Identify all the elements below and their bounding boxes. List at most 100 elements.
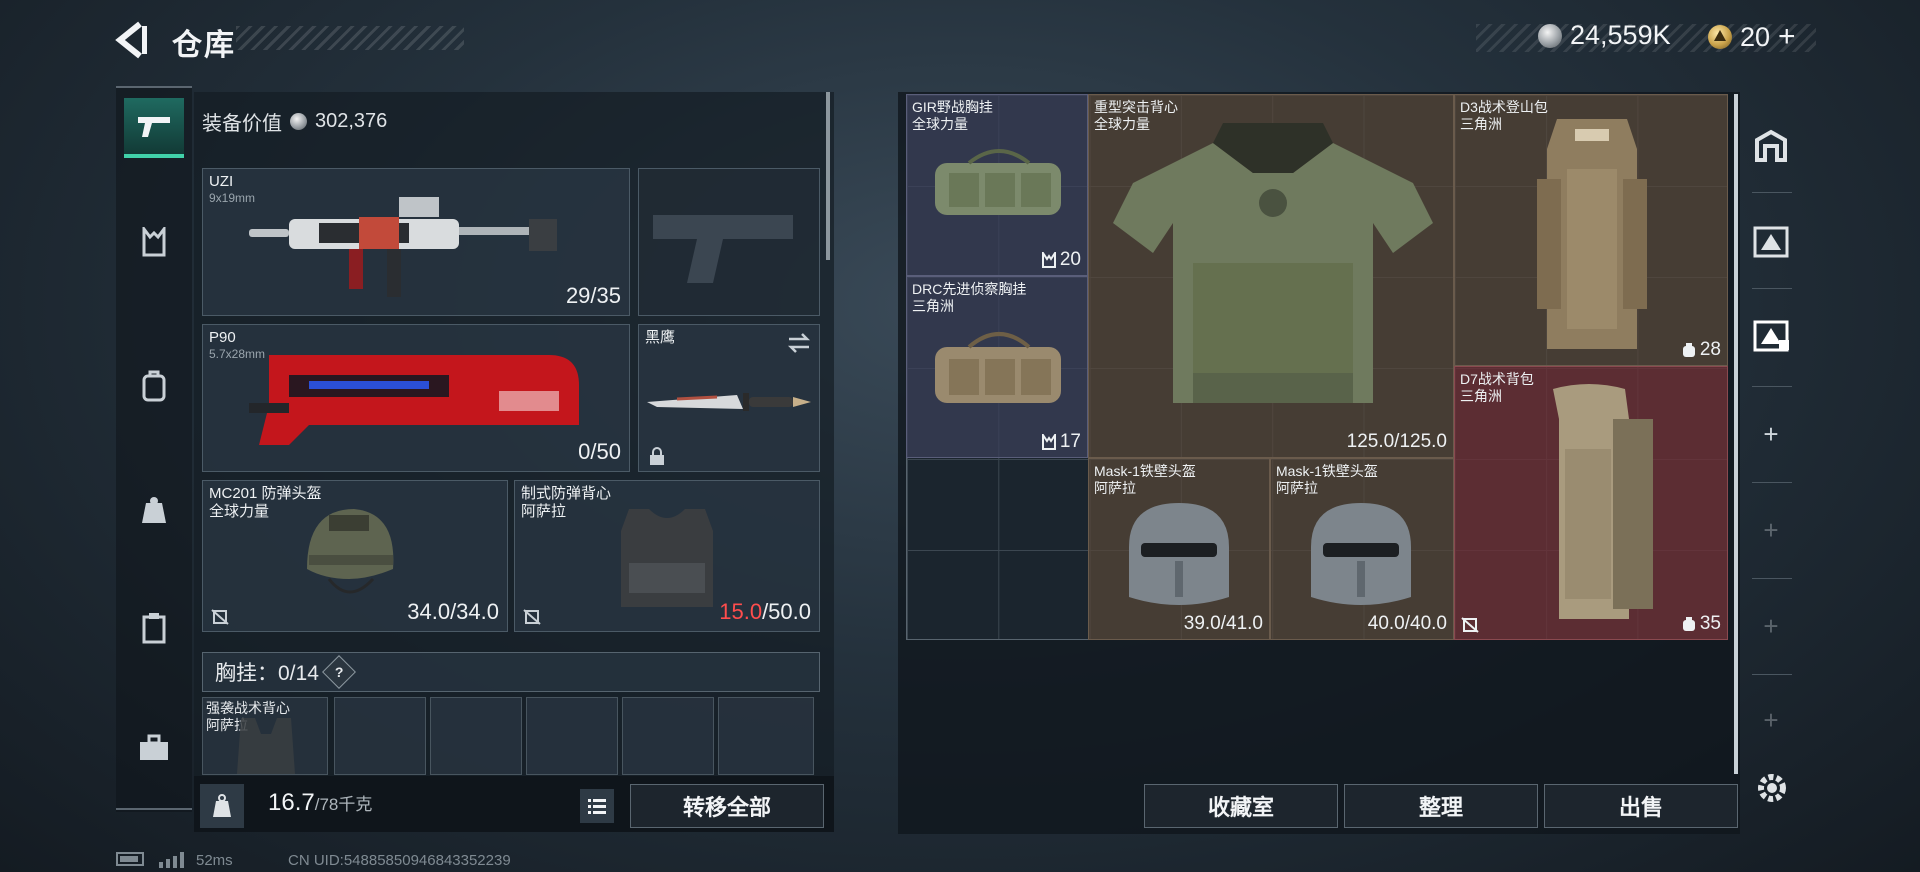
- storage-item[interactable]: Mask-1铁壁头盔 阿萨拉 39.0/41.0: [1088, 458, 1270, 640]
- sell-button[interactable]: 出售: [1544, 784, 1738, 828]
- item-count: 28: [1699, 339, 1721, 360]
- item-durability: 125.0/125.0: [1346, 431, 1447, 452]
- pocket-slot[interactable]: [334, 697, 426, 775]
- chest-rig-small-icon: [1041, 252, 1056, 268]
- armor-faction: 阿萨拉: [521, 503, 567, 520]
- backpack-small-icon: [1682, 343, 1695, 357]
- item-name: Mask-1铁壁头盔: [1094, 463, 1196, 479]
- pocket-slot[interactable]: [526, 697, 618, 775]
- pocket-slot[interactable]: [430, 697, 522, 775]
- melee-slot[interactable]: 黑鹰: [638, 324, 820, 472]
- nav-toolbox[interactable]: [124, 718, 184, 778]
- storage-tab-nav: + + + +: [1742, 94, 1802, 814]
- chest-rig-icon: [142, 227, 166, 257]
- pistol-icon: [138, 117, 170, 137]
- weight-icon: [200, 784, 244, 828]
- help-icon[interactable]: ?: [321, 655, 356, 689]
- organize-button[interactable]: 整理: [1344, 784, 1538, 828]
- settings-button[interactable]: [1752, 768, 1792, 808]
- item-faction: 三角洲: [1460, 116, 1502, 132]
- helmet-slot[interactable]: MC201 防弹头盔 全球力量 34.0/34.0: [202, 480, 508, 632]
- secondary-weapon-slot[interactable]: [638, 168, 820, 316]
- helmet-faction: 全球力量: [209, 503, 270, 520]
- collection-room-button[interactable]: 收藏室: [1144, 784, 1338, 828]
- chest-rig-capacity: 胸挂：0/14 ?: [202, 652, 820, 692]
- mask-helmet-image: [1311, 503, 1411, 605]
- storage-item[interactable]: D3战术登山包 三角洲 28: [1454, 94, 1728, 366]
- add-storage-tab-button[interactable]: +: [1742, 404, 1800, 464]
- chest-rig-small-icon: [1041, 434, 1056, 450]
- storage-item[interactable]: DRC先进侦察胸挂 三角洲 17: [906, 276, 1088, 458]
- carry-weight-max: /78千克: [314, 795, 373, 814]
- chest-rig-image: [237, 718, 295, 774]
- equipment-scrollbar[interactable]: [826, 92, 830, 260]
- item-name: Mask-1铁壁头盔: [1276, 463, 1378, 479]
- storage-item[interactable]: Mask-1铁壁头盔 阿萨拉 40.0/40.0: [1270, 458, 1454, 640]
- uid-text: CN UID:54885850946843352239: [288, 852, 511, 869]
- add-storage-tab-button[interactable]: +: [1742, 500, 1800, 560]
- no-insurance-icon: [1461, 617, 1479, 633]
- gold-coin-icon: [1708, 25, 1732, 49]
- armor-durability: 15.0/50.0: [719, 599, 811, 625]
- p90-weapon-slot[interactable]: P90 5.7x28mm 0/50: [202, 324, 630, 472]
- storage-tab-home[interactable]: [1742, 116, 1800, 176]
- nav-card[interactable]: [124, 598, 184, 658]
- carry-weight-current: 16.7: [268, 789, 315, 816]
- melee-name: 黑鹰: [645, 329, 676, 346]
- no-insurance-icon: [523, 609, 541, 625]
- gear-icon: [1758, 774, 1786, 802]
- storage-home-icon: [1755, 129, 1787, 162]
- storage-item[interactable]: 重型突击背心 全球力量 125.0/125.0: [1088, 94, 1454, 458]
- page-title: 仓库: [172, 29, 236, 62]
- mask-helmet-image: [1129, 503, 1229, 605]
- helmet-image: [307, 509, 394, 594]
- primary-weapon-slot[interactable]: UZI 9x19mm 29/35: [202, 168, 630, 316]
- pocket-slot[interactable]: [718, 697, 814, 775]
- item-label: DRC先进侦察胸挂 三角洲: [912, 281, 1026, 315]
- storage-tab-2[interactable]: [1742, 212, 1800, 272]
- add-storage-tab-button[interactable]: +: [1742, 690, 1800, 750]
- add-gold-button[interactable]: +: [1778, 20, 1796, 54]
- silver-currency[interactable]: 24,559K: [1538, 20, 1671, 51]
- armor-durability-max: /50.0: [762, 599, 811, 624]
- item-count: 20: [1059, 249, 1081, 270]
- gold-currency[interactable]: 20 +: [1708, 20, 1796, 54]
- storage-tab-3-active[interactable]: [1742, 306, 1800, 366]
- item-count: 17: [1059, 431, 1081, 452]
- battery-icon: [116, 852, 148, 870]
- item-faction: 阿萨拉: [1094, 480, 1136, 496]
- transfer-all-button[interactable]: 转移全部: [630, 784, 824, 828]
- nav-divider: [116, 808, 192, 810]
- equipment-value-label: 装备价值: [202, 112, 282, 135]
- item-durability: 39.0/41.0: [1183, 613, 1263, 634]
- nav-chest-rig[interactable]: [124, 212, 184, 272]
- nav-backpack[interactable]: [124, 356, 184, 416]
- silver-coin-icon: [290, 112, 307, 130]
- weapon-name: P90: [209, 329, 236, 346]
- add-storage-tab-button[interactable]: +: [1742, 596, 1800, 656]
- item-name: GIR野战胸挂: [912, 99, 993, 115]
- d7-backpack-image: [1553, 384, 1653, 619]
- storage-item[interactable]: GIR野战胸挂 全球力量 20: [906, 94, 1088, 276]
- item-faction: 阿萨拉: [1276, 480, 1318, 496]
- list-view-button[interactable]: [580, 789, 614, 823]
- storage-item[interactable]: D7战术背包 三角洲 35: [1454, 366, 1728, 640]
- pouch-icon: [142, 497, 166, 523]
- p90-weapon-image: [249, 355, 579, 445]
- back-button[interactable]: [112, 20, 152, 60]
- gold-amount: 20: [1740, 21, 1771, 52]
- toolbox-icon: [140, 734, 168, 760]
- storage-tab-icon: [1753, 320, 1789, 352]
- heavy-vest-image: [1113, 123, 1433, 403]
- nav-weapons[interactable]: [124, 98, 184, 158]
- item-label: D7战术背包 三角洲: [1460, 371, 1534, 405]
- weapon-durability: 29/35: [565, 283, 621, 308]
- chest-rig-item[interactable]: 强袭战术背心 阿萨拉: [202, 697, 328, 775]
- nav-pouch[interactable]: [124, 480, 184, 540]
- swap-icon[interactable]: [787, 333, 811, 353]
- item-capacity: 17: [1041, 431, 1081, 453]
- ping-text: 52ms: [196, 852, 233, 869]
- storage-scrollbar[interactable]: [1734, 94, 1738, 774]
- pocket-slot[interactable]: [622, 697, 714, 775]
- armor-slot[interactable]: 制式防弹背心 阿萨拉 15.0/50.0: [514, 480, 820, 632]
